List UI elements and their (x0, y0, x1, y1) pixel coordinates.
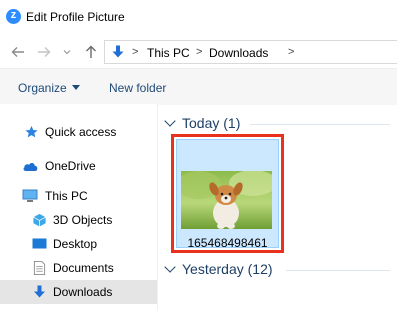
toolbar: Organize New folder (0, 68, 397, 105)
sidebar-item-onedrive[interactable]: OneDrive (0, 154, 157, 178)
sidebar-item-label: Quick access (45, 125, 117, 139)
group-divider (250, 124, 390, 125)
chevron-down-icon[interactable] (62, 44, 72, 60)
new-folder-button[interactable]: New folder (109, 81, 166, 95)
navigation-bar: > This PC > Downloads > (0, 34, 397, 68)
zoom-icon (6, 8, 21, 24)
arrow-up-icon[interactable] (83, 44, 99, 60)
breadcrumb-separator: > (196, 46, 203, 58)
download-icon (34, 285, 45, 298)
star-icon (25, 125, 38, 138)
file-item[interactable]: 165468498461 (171, 134, 284, 253)
cube-icon (33, 213, 46, 227)
breadcrumb-separator: > (288, 46, 295, 58)
breadcrumb-this-pc[interactable]: This PC (147, 46, 190, 60)
download-icon (112, 45, 124, 58)
chevron-down-icon (164, 261, 176, 273)
sidebar-item-label: Downloads (53, 285, 113, 299)
sidebar-item-documents[interactable]: Documents (0, 256, 157, 280)
breadcrumb-downloads[interactable]: Downloads (209, 46, 268, 60)
sidebar-item-label: 3D Objects (53, 213, 113, 227)
sidebar-item-downloads[interactable]: Downloads (0, 280, 157, 304)
address-bar[interactable]: > This PC > Downloads > (104, 40, 397, 64)
sidebar-item-label: Documents (53, 261, 114, 275)
group-label: Yesterday (12) (182, 261, 273, 277)
file-name: 165468498461 (187, 236, 268, 250)
organize-label: Organize (18, 81, 67, 95)
group-divider (286, 270, 390, 271)
group-header-today[interactable]: Today (1) (164, 115, 241, 131)
sidebar-item-quick-access[interactable]: Quick access (0, 120, 157, 144)
computer-icon (22, 189, 38, 202)
file-list: Today (1) 165468498461 Yesterday (12) (158, 104, 397, 310)
sidebar-item-3d-objects[interactable]: 3D Objects (0, 208, 157, 232)
chevron-down-icon (164, 115, 176, 127)
puppy-thumbnail-image (181, 171, 272, 229)
sidebar-item-desktop[interactable]: Desktop (0, 232, 157, 256)
organize-button[interactable]: Organize (18, 81, 80, 95)
caret-down-icon (71, 85, 80, 90)
sidebar-item-label: This PC (45, 189, 88, 203)
group-label: Today (1) (182, 115, 241, 131)
sidebar-item-this-pc[interactable]: This PC (0, 184, 157, 208)
navigation-pane: Quick access OneDrive This PC 3D Objects… (0, 104, 158, 310)
document-icon (33, 261, 46, 275)
arrow-left-icon[interactable] (10, 44, 26, 60)
breadcrumb-separator: > (132, 46, 139, 58)
desktop-icon (32, 238, 47, 249)
window-title: Edit Profile Picture (26, 10, 125, 24)
group-header-yesterday[interactable]: Yesterday (12) (164, 261, 273, 277)
sidebar-item-label: OneDrive (45, 159, 96, 173)
arrow-right-icon[interactable] (36, 44, 52, 60)
title-bar: Edit Profile Picture (0, 0, 397, 34)
sidebar-item-label: Desktop (53, 237, 98, 251)
cloud-icon (23, 163, 38, 171)
